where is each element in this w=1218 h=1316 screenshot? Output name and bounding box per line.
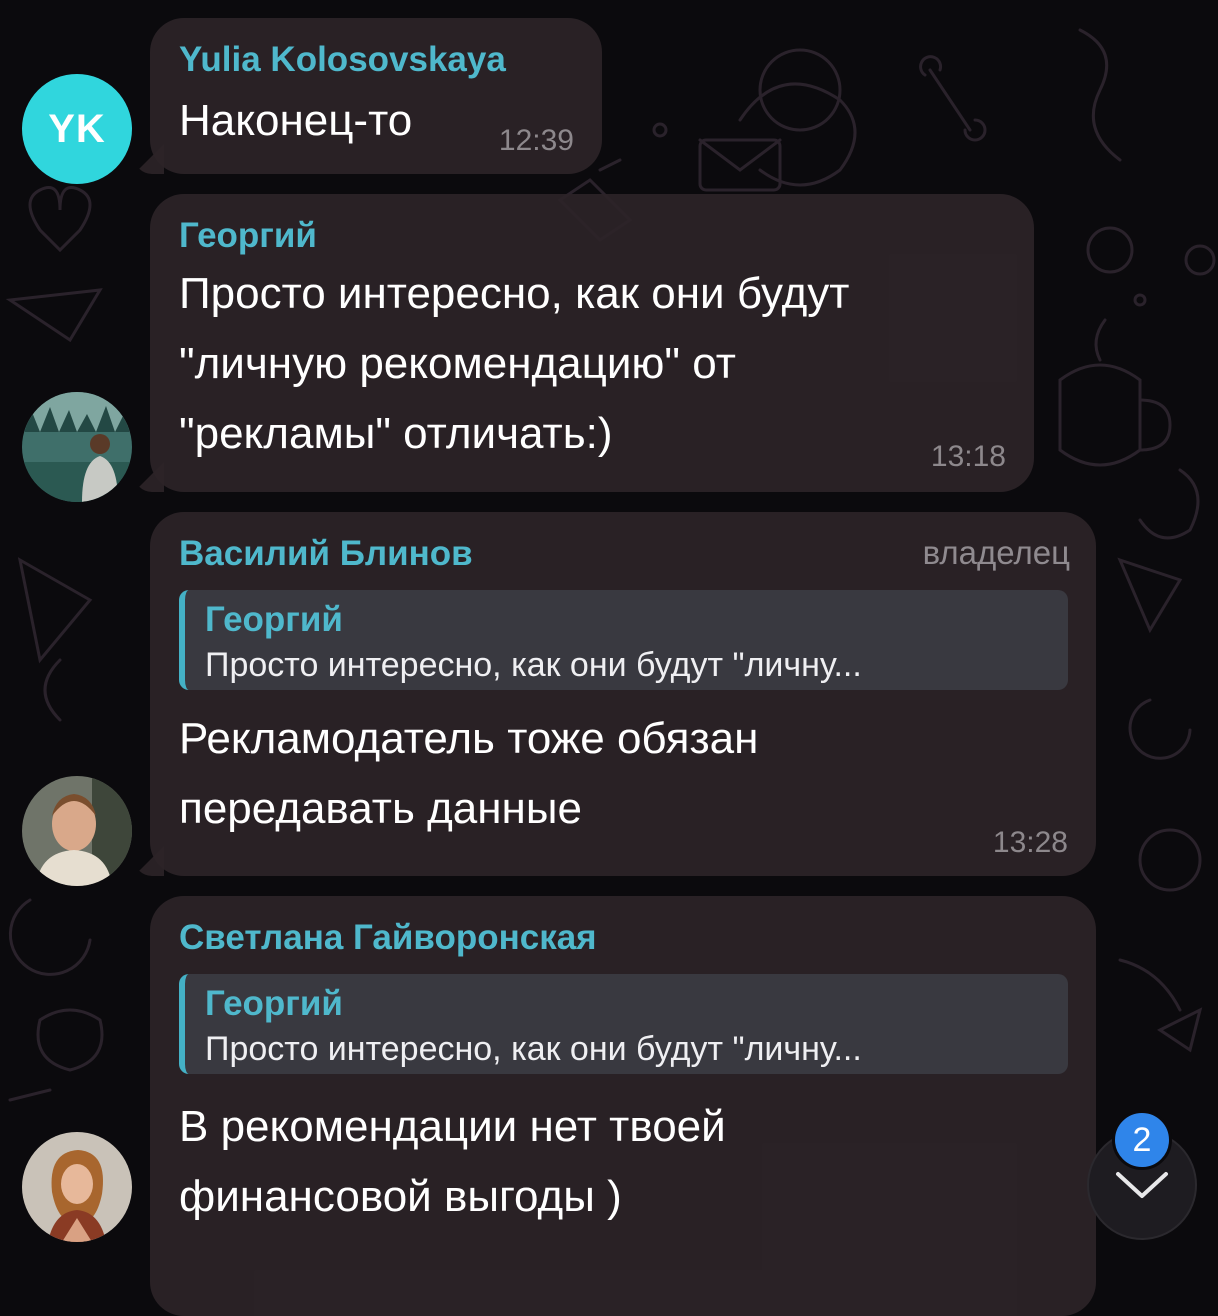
admin-role-label: владелец [922,534,1070,571]
avatar-vasiliy-blinov[interactable] [22,776,132,886]
reply-text: Просто интересно, как они будут "личну..… [205,1030,862,1068]
avatar-svetlana-gayvoronskaya[interactable] [22,1132,132,1242]
unread-count-badge: 2 [1112,1110,1172,1170]
message-bubble[interactable]: Георгий Просто интересно, как они будут … [134,194,1034,492]
message-bubble[interactable]: Yulia Kolosovskaya Наконец-то 12:39 [134,18,602,174]
reply-sender: Георгий [205,600,343,639]
message-time: 13:18 [930,440,1006,473]
message-text: Рекламодатель тоже обязан передавать дан… [179,714,759,833]
reply-text: Просто интересно, как они будут "личну..… [205,646,862,684]
sender-name[interactable]: Светлана Гайворонская [179,916,1068,960]
reply-preview[interactable]: Георгий Просто интересно, как они будут … [179,974,1068,1074]
avatar-initials: YK [48,106,106,151]
message-bubble[interactable]: Василий Блинов владелец Георгий Просто и… [134,512,1096,876]
avatar-yulia-kolosovskaya[interactable]: YK [22,74,132,184]
message-text: В рекомендации нет твоей финансовой выго… [179,1102,726,1221]
chevron-down-icon [1116,1172,1168,1198]
message-bubble[interactable]: Светлана Гайворонская Георгий Просто инт… [150,896,1096,1316]
sender-name[interactable]: Yulia Kolosovskaya [179,38,574,82]
reply-preview[interactable]: Георгий Просто интересно, как они будут … [179,590,1068,690]
message-time: 13:28 [992,826,1068,859]
message-text: Просто интересно, как они будут "личную … [179,269,850,458]
message-time: 12:39 [498,124,574,157]
avatar-georgiy[interactable] [22,392,132,502]
reply-sender: Георгий [205,984,343,1023]
sender-name[interactable]: Георгий [179,214,1006,258]
